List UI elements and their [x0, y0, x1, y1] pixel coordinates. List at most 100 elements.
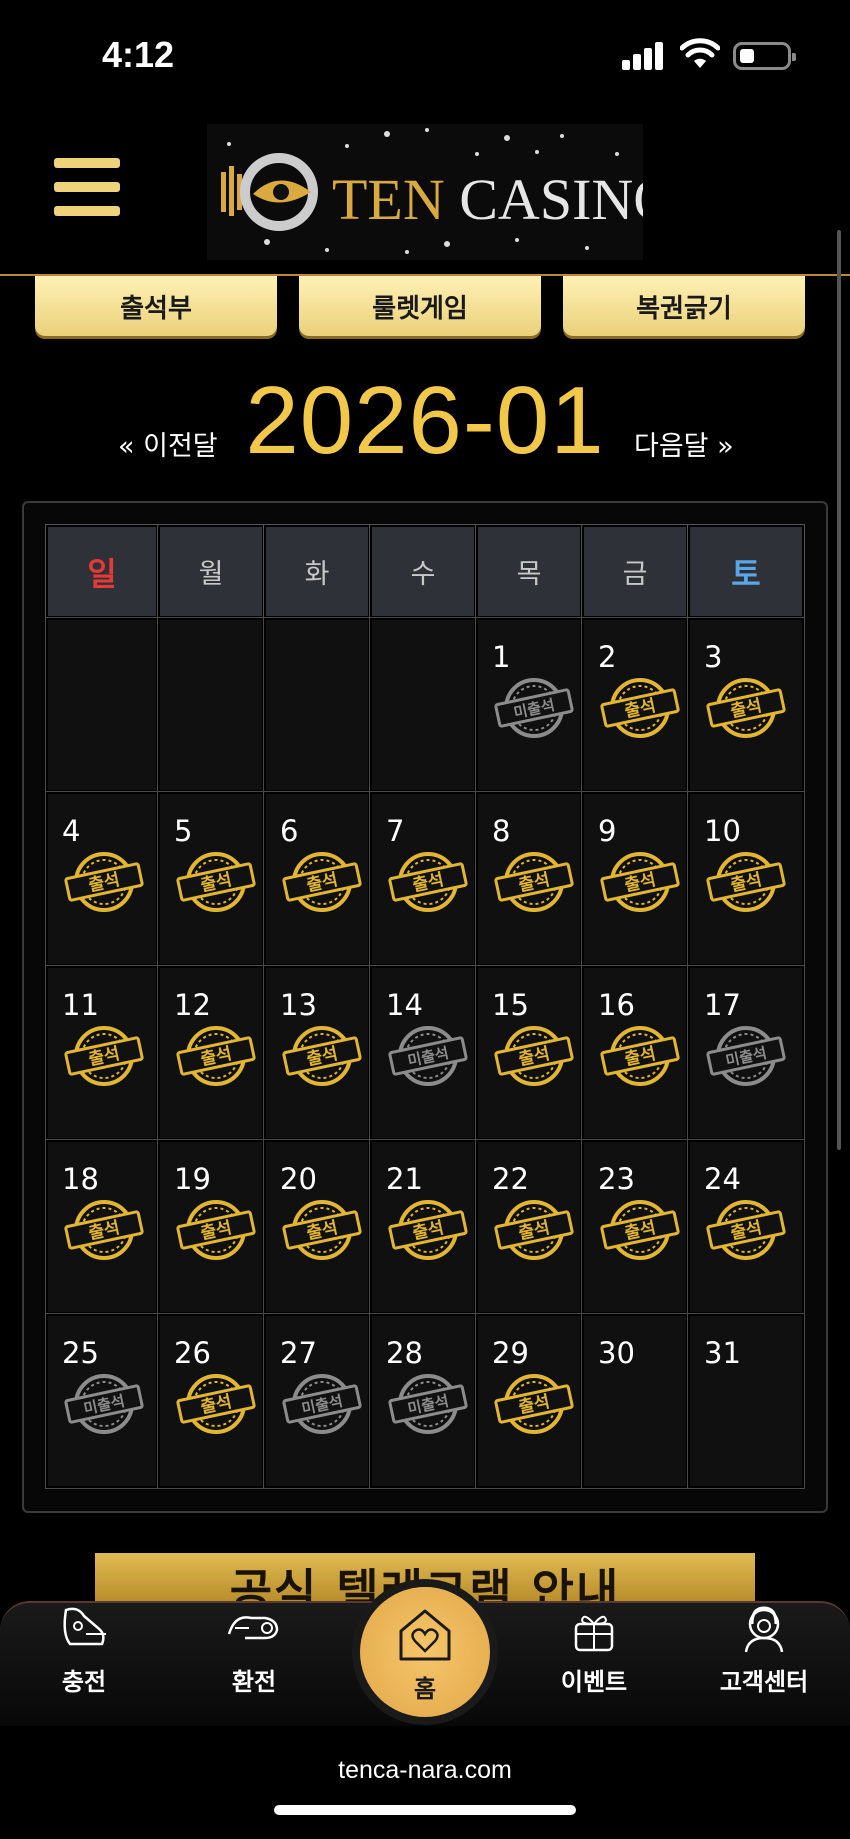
day-number: 8 — [492, 814, 511, 848]
day-number: 10 — [704, 814, 741, 848]
calendar-day-18[interactable]: 18 출석 — [45, 1139, 159, 1315]
calendar-day-22[interactable]: 22 출석 — [475, 1139, 583, 1315]
day-number: 31 — [704, 1336, 741, 1370]
day-number: 1 — [492, 640, 511, 674]
attended-stamp-icon: 출석 — [493, 1024, 575, 1088]
absent-stamp-icon: 미출석 — [705, 1024, 787, 1088]
nav-event[interactable]: 이벤트 — [534, 1600, 654, 1720]
calendar-day-27[interactable]: 27 미출석 — [263, 1313, 371, 1489]
attended-stamp-icon: 출석 — [599, 1024, 681, 1088]
day-number: 11 — [62, 988, 99, 1022]
attended-stamp-icon: 출석 — [387, 1198, 469, 1262]
weekday-header: 금 — [581, 524, 689, 619]
attended-stamp-icon: 출석 — [705, 1198, 787, 1262]
calendar-day-5[interactable]: 5 출석 — [157, 791, 265, 967]
nav-support[interactable]: 고객센터 — [704, 1600, 824, 1720]
day-number: 25 — [62, 1336, 99, 1370]
calendar-day-empty — [369, 617, 477, 793]
day-number: 21 — [386, 1162, 423, 1196]
attended-stamp-icon: 출석 — [493, 1372, 575, 1436]
attended-stamp-icon: 출석 — [175, 1198, 257, 1262]
calendar-day-14[interactable]: 14 미출석 — [369, 965, 477, 1141]
calendar-day-15[interactable]: 15 출석 — [475, 965, 583, 1141]
scratch-lottery-button[interactable]: 복권긁기 — [563, 276, 805, 336]
calendar-day-29[interactable]: 29 출석 — [475, 1313, 583, 1489]
calendar-day-2[interactable]: 2 출석 — [581, 617, 689, 793]
calendar-day-31[interactable]: 31 — [687, 1313, 805, 1489]
scrollbar-thumb[interactable] — [837, 230, 841, 1150]
day-number: 26 — [174, 1336, 211, 1370]
prev-month-link[interactable]: « 이전달 — [118, 424, 218, 463]
ten-casino-logo[interactable]: TEN CASINO — [207, 124, 643, 260]
calendar-day-10[interactable]: 10 출석 — [687, 791, 805, 967]
attended-stamp-icon: 출석 — [493, 850, 575, 914]
calendar-day-21[interactable]: 21 출석 — [369, 1139, 477, 1315]
calendar-grid: 일월화수목금토 1 미출석 2 출석 3 출석 4 출석 5 출석 6 출석 7 출석 8 출석 9 출석 10 출석… — [45, 524, 805, 1489]
calendar-day-4[interactable]: 4 출석 — [45, 791, 159, 967]
day-number: 27 — [280, 1336, 317, 1370]
month-title: 2026-01 — [245, 367, 605, 474]
absent-stamp-icon: 미출석 — [387, 1372, 469, 1436]
attended-stamp-icon: 출석 — [63, 1024, 145, 1088]
calendar-day-16[interactable]: 16 출석 — [581, 965, 689, 1141]
day-number: 16 — [598, 988, 635, 1022]
nav-charge[interactable]: 충전 — [24, 1600, 144, 1720]
calendar-day-7[interactable]: 7 출석 — [369, 791, 477, 967]
home-indicator[interactable] — [274, 1805, 576, 1815]
roulette-game-button[interactable]: 룰렛게임 — [299, 276, 541, 336]
calendar-day-23[interactable]: 23 출석 — [581, 1139, 689, 1315]
next-month-link[interactable]: 다음달 » — [634, 424, 734, 463]
nav-support-label: 고객센터 — [719, 1668, 809, 1696]
wifi-icon — [680, 38, 720, 68]
nav-exchange[interactable]: 환전 — [194, 1600, 314, 1720]
nav-charge-label: 충전 — [61, 1668, 107, 1696]
day-number: 19 — [174, 1162, 211, 1196]
weekday-header: 일 — [45, 524, 159, 619]
calendar-day-12[interactable]: 12 출석 — [157, 965, 265, 1141]
cellular-signal-icon — [622, 42, 664, 70]
battery-icon — [733, 42, 796, 70]
attended-stamp-icon: 출석 — [281, 850, 363, 914]
calendar-day-19[interactable]: 19 출석 — [157, 1139, 265, 1315]
charge-icon — [63, 1607, 106, 1646]
day-number: 18 — [62, 1162, 99, 1196]
day-number: 15 — [492, 988, 529, 1022]
browser-url-bar[interactable]: tenca-nara.com — [0, 1726, 850, 1839]
attended-stamp-icon: 출석 — [63, 1198, 145, 1262]
calendar-day-9[interactable]: 9 출석 — [581, 791, 689, 967]
weekday-header-row: 일월화수목금토 — [45, 524, 805, 619]
weekday-header: 월 — [157, 524, 265, 619]
calendar-day-1[interactable]: 1 미출석 — [475, 617, 583, 793]
calendar-day-30[interactable]: 30 — [581, 1313, 689, 1489]
absent-stamp-icon: 미출석 — [281, 1372, 363, 1436]
calendar-day-26[interactable]: 26 출석 — [157, 1313, 265, 1489]
weekday-header: 토 — [687, 524, 805, 619]
nav-home[interactable]: 홈 — [360, 1587, 490, 1717]
home-heart-icon — [399, 1609, 451, 1661]
calendar-day-24[interactable]: 24 출석 — [687, 1139, 805, 1315]
day-number: 28 — [386, 1336, 423, 1370]
nav-exchange-label: 환전 — [231, 1668, 277, 1696]
day-number: 9 — [598, 814, 617, 848]
calendar-day-17[interactable]: 17 미출석 — [687, 965, 805, 1141]
calendar-day-13[interactable]: 13 출석 — [263, 965, 371, 1141]
day-number: 22 — [492, 1162, 529, 1196]
calendar-day-3[interactable]: 3 출석 — [687, 617, 805, 793]
calendar-day-25[interactable]: 25 미출석 — [45, 1313, 159, 1489]
calendar-day-8[interactable]: 8 출석 — [475, 791, 583, 967]
attended-stamp-icon: 출석 — [387, 850, 469, 914]
calendar-day-empty — [263, 617, 371, 793]
calendar-day-28[interactable]: 28 미출석 — [369, 1313, 477, 1489]
weekday-header: 화 — [263, 524, 371, 619]
attended-stamp-icon: 출석 — [63, 850, 145, 914]
day-number: 2 — [598, 640, 617, 674]
calendar-day-11[interactable]: 11 출석 — [45, 965, 159, 1141]
calendar-day-6[interactable]: 6 출석 — [263, 791, 371, 967]
day-number: 30 — [598, 1336, 635, 1370]
menu-hamburger-icon[interactable] — [54, 158, 120, 216]
calendar-day-20[interactable]: 20 출석 — [263, 1139, 371, 1315]
attendance-button[interactable]: 출석부 — [35, 276, 277, 336]
attended-stamp-icon: 출석 — [175, 1024, 257, 1088]
day-number: 12 — [174, 988, 211, 1022]
calendar-day-empty — [157, 617, 265, 793]
